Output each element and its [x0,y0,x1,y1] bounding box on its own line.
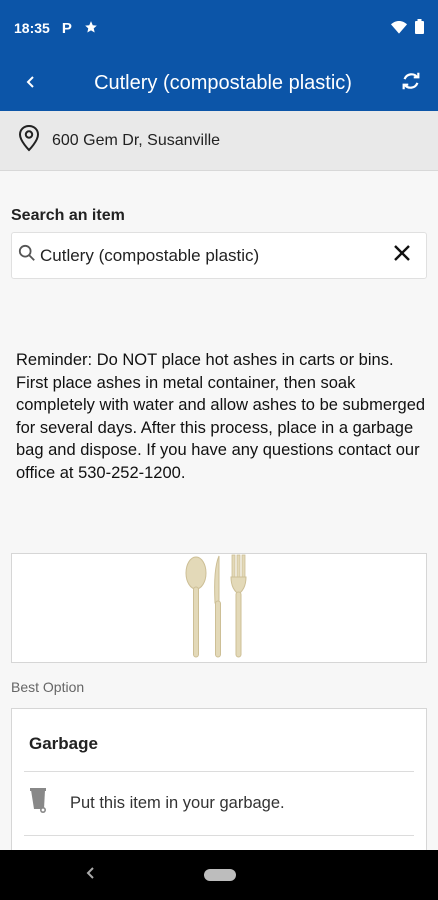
status-bar: 18:35 P [0,0,438,56]
address-text: 600 Gem Dr, Susanville [52,131,221,149]
clear-search-button[interactable] [378,233,426,279]
parking-icon: P [61,19,72,37]
search-label: Search an item [11,207,125,224]
battery-icon [415,19,424,37]
disposal-card: Garbage Put this item in your garbage. [11,708,427,858]
refresh-icon [400,70,422,97]
disposal-title: Garbage [29,734,98,753]
search-box [11,232,427,279]
disposal-instruction: Put this item in your garbage. [70,794,285,812]
page-title: Cutlery (compostable plastic) [94,72,352,94]
divider [24,771,414,772]
best-option-label: Best Option [11,679,85,695]
cutlery-image [184,553,254,664]
system-nav-bar [0,850,438,900]
back-arrow-icon [25,72,37,95]
app-bar: Cutlery (compostable plastic) [0,56,438,111]
item-image-card [11,553,427,663]
status-time: 18:35 [14,20,50,36]
star-icon [84,20,98,37]
refresh-button[interactable] [384,56,438,111]
address-bar[interactable]: 600 Gem Dr, Susanville [0,111,438,171]
reminder-text: Reminder: Do NOT place hot ashes in cart… [16,351,426,482]
nav-back-icon[interactable] [86,864,96,885]
search-icon [18,244,36,267]
search-input[interactable] [40,245,378,266]
divider [24,835,414,836]
nav-home-pill[interactable] [204,869,236,881]
wifi-icon [391,20,407,37]
location-pin-icon [18,124,40,157]
disposal-instruction-row: Put this item in your garbage. [29,787,285,820]
garbage-bin-icon [29,787,51,820]
close-icon [393,244,411,267]
back-button[interactable] [0,56,62,111]
